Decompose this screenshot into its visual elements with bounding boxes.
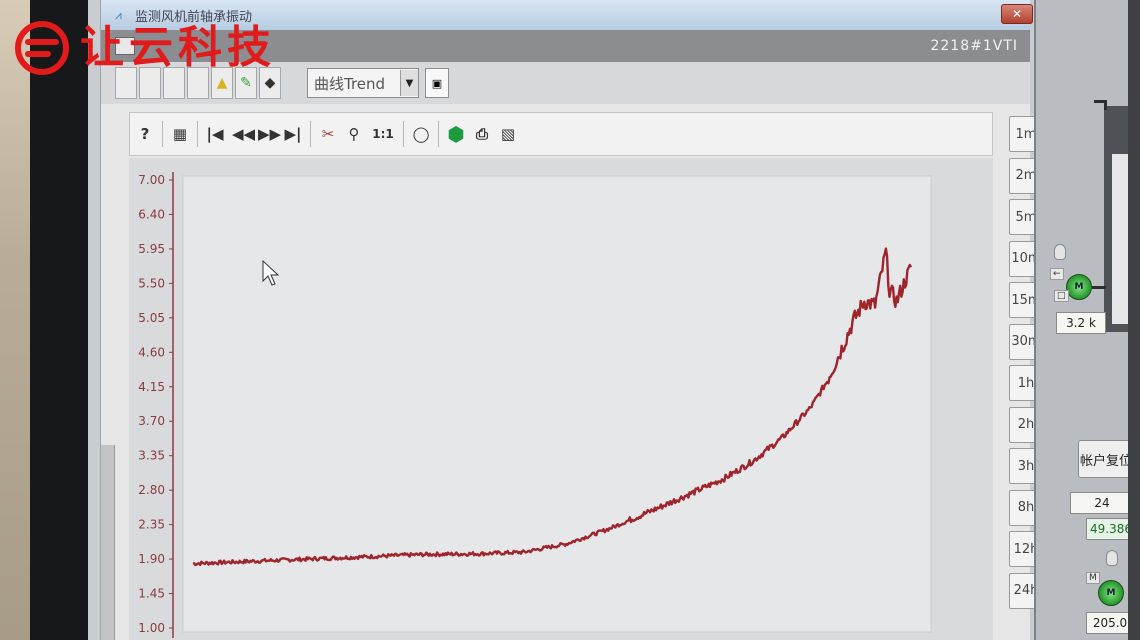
toolbar-separator: [162, 121, 163, 147]
trend-options-button[interactable]: ▣: [425, 68, 449, 98]
reset-button[interactable]: 帐户复位: [1078, 440, 1128, 478]
y-tick-label: 1.45: [138, 587, 165, 601]
toolbar-separator: [403, 121, 404, 147]
trend-chart: 7.00 6.40 5.95 5.50 5.05 4.60 4.15 3.70 3.35 2.80…: [129, 158, 993, 640]
save-icon[interactable]: ▧: [499, 125, 517, 143]
chevron-down-icon[interactable]: ▼: [400, 70, 418, 96]
print-icon[interactable]: ⎙: [473, 125, 491, 143]
scale-1to1-icon[interactable]: 1:1: [371, 127, 395, 141]
tag-identifier: 2218#1VTI: [930, 38, 1018, 54]
marker-icon[interactable]: ◯: [412, 125, 430, 143]
stop-icon[interactable]: ⬢: [447, 122, 465, 146]
y-tick-label: 7.00: [138, 173, 165, 187]
y-tick-label: 1.00: [138, 621, 165, 635]
y-tick-label: 2.35: [138, 518, 165, 532]
help-icon[interactable]: ?: [136, 125, 154, 143]
pump-icon[interactable]: M: [1066, 274, 1092, 300]
y-tick-label: 5.05: [138, 311, 165, 325]
value-display-2: 24: [1070, 492, 1128, 514]
trend-type-select[interactable]: 曲线Trend ▼: [307, 68, 419, 98]
y-tick-label: 1.90: [138, 552, 165, 566]
value-display-3: 49.386: [1086, 518, 1128, 540]
toolbar-separator: [197, 121, 198, 147]
pipe: [1104, 100, 1107, 110]
bell-icon: ◆: [264, 75, 276, 91]
logo-text: 让云科技: [80, 22, 276, 73]
close-button[interactable]: ✕: [1001, 4, 1033, 24]
mouse-cursor-icon: [262, 259, 280, 290]
y-tick-label: 4.60: [138, 345, 165, 359]
calendar-icon[interactable]: ▦: [171, 125, 189, 143]
value-display-1: 3.2 k: [1056, 312, 1106, 334]
y-tick-label: 4.15: [138, 380, 165, 394]
monitor-bezel: [30, 0, 88, 640]
zoom-icon[interactable]: ⚲: [345, 125, 363, 143]
indicator-light: [1106, 550, 1118, 566]
plot-area: [182, 175, 932, 633]
y-tick-label: 3.70: [138, 414, 165, 428]
background-wall: [0, 0, 30, 640]
toolbar-separator: [310, 121, 311, 147]
pump-mode-indicator: ←: [1050, 268, 1064, 280]
pump-mode-indicator: M: [1086, 572, 1100, 584]
pump-state-indicator: □: [1054, 290, 1069, 302]
indicator-light: [1054, 244, 1066, 260]
rewind-icon[interactable]: ◀◀: [232, 125, 255, 143]
value-display-4: 205.0: [1086, 612, 1128, 634]
trend-window: ⩘ 监测风机前轴承振动 ✕ 2218#1VTI ▲ ✎ ◆ 曲线Trend ▼ …: [100, 0, 1043, 640]
y-tick-label: 3.35: [138, 449, 165, 463]
y-tick-label: 5.50: [138, 276, 165, 290]
toolbar-separator: [438, 121, 439, 147]
logo-mark-icon: [15, 21, 69, 75]
pump-icon[interactable]: M: [1098, 580, 1124, 606]
desktop-screen: ⩘ 监测风机前轴承振动 ✕ 2218#1VTI ▲ ✎ ◆ 曲线Trend ▼ …: [88, 0, 1128, 640]
watermark-logo: 让云科技: [14, 20, 276, 76]
left-scroll-panel[interactable]: [101, 445, 115, 640]
right-process-panel: ← M □ 3.2 k 帐户复位 24 49.386 M M 205.0: [1034, 0, 1128, 640]
pencil-icon: ✎: [240, 75, 252, 91]
y-tick-label: 2.80: [138, 483, 165, 497]
y-tick-label: 6.40: [138, 207, 165, 221]
lock-icon: ▲: [216, 75, 228, 91]
y-tick-label: 5.95: [138, 242, 165, 256]
pipe: [1092, 286, 1106, 289]
monitor-bezel-right: [1128, 0, 1140, 640]
first-icon[interactable]: |◀: [206, 125, 224, 143]
trend-toolbar: ? ▦ |◀ ◀◀ ▶▶ ▶| ✂ ⚲ 1:1 ◯ ⬢ ⎙ ▧: [129, 112, 993, 156]
last-icon[interactable]: ▶|: [284, 125, 302, 143]
trend-select-value: 曲线Trend: [314, 74, 386, 93]
cut-icon[interactable]: ✂: [319, 125, 337, 143]
forward-icon[interactable]: ▶▶: [258, 125, 281, 143]
process-equipment: [1104, 106, 1128, 332]
